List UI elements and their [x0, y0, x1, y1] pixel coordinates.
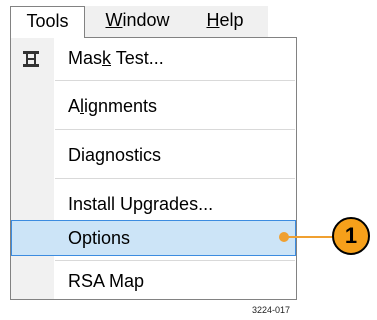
menu-help-label-post: elp — [219, 10, 244, 30]
menu-window-mnemonic: W — [105, 10, 123, 30]
menu-item-label: RSA Map — [68, 271, 145, 291]
menu-bar: Tools Window Help — [10, 6, 268, 38]
menu-item-label: Mask Test... — [68, 48, 164, 68]
menu-window[interactable]: Window — [90, 6, 185, 37]
menu-window-label-post: indow — [122, 10, 170, 30]
menu-item-label: Install Upgrades... — [68, 194, 214, 214]
menu-item-options[interactable]: Options — [11, 220, 296, 256]
figure-id: 3224-017 — [252, 305, 291, 315]
callout-leader-line — [284, 236, 334, 238]
menu-item-label: Options — [68, 228, 131, 248]
menu-item-label: Diagnostics — [68, 145, 162, 165]
menu-separator — [55, 178, 295, 179]
callout-number-badge: 1 — [332, 217, 370, 255]
menu-item-rsa-map[interactable]: RSA Map — [12, 263, 295, 299]
menu-help[interactable]: Help — [195, 6, 255, 37]
menu-separator — [55, 260, 295, 261]
mask-test-icon — [23, 51, 39, 67]
tools-dropdown-menu: Mask Test... Alignments Diagnostics Inst… — [10, 37, 297, 300]
menu-item-label: Alignments — [68, 96, 158, 116]
menu-separator — [55, 129, 295, 130]
menu-item-alignments[interactable]: Alignments — [12, 88, 295, 124]
menu-tools[interactable]: Tools — [10, 6, 85, 38]
menu-help-mnemonic: H — [206, 10, 220, 30]
menu-item-mask-test[interactable]: Mask Test... — [12, 40, 295, 76]
menu-separator — [55, 80, 295, 81]
menu-item-diagnostics[interactable]: Diagnostics — [12, 137, 295, 173]
callout-leader-dot — [279, 232, 289, 242]
menu-item-install-upgrades[interactable]: Install Upgrades... — [12, 186, 295, 222]
